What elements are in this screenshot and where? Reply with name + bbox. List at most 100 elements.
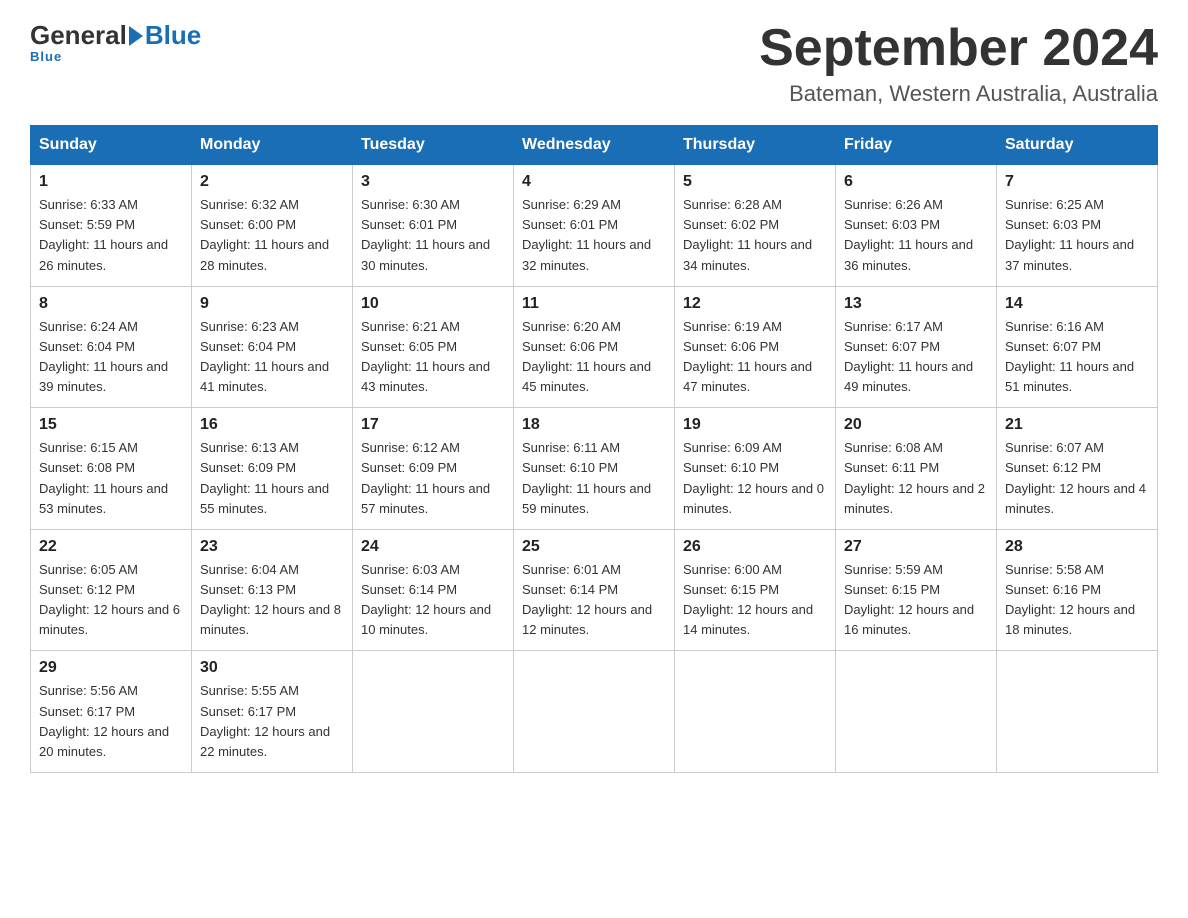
day-number: 21 [1005,416,1149,434]
day-info: Sunrise: 6:12 AMSunset: 6:09 PMDaylight:… [361,438,505,519]
day-number: 22 [39,538,183,556]
day-number: 16 [200,416,344,434]
day-info: Sunrise: 6:21 AMSunset: 6:05 PMDaylight:… [361,317,505,398]
page-subtitle: Bateman, Western Australia, Australia [759,81,1158,107]
weekday-header-thursday: Thursday [675,126,836,165]
weekday-header-wednesday: Wednesday [514,126,675,165]
day-number: 9 [200,295,344,313]
day-info: Sunrise: 5:58 AMSunset: 6:16 PMDaylight:… [1005,560,1149,641]
calendar-day-cell: 14 Sunrise: 6:16 AMSunset: 6:07 PMDaylig… [997,286,1158,408]
day-info: Sunrise: 6:20 AMSunset: 6:06 PMDaylight:… [522,317,666,398]
day-number: 24 [361,538,505,556]
day-info: Sunrise: 6:24 AMSunset: 6:04 PMDaylight:… [39,317,183,398]
calendar-day-cell [997,651,1158,773]
logo-triangle-icon [129,26,143,46]
day-number: 6 [844,173,988,191]
day-info: Sunrise: 6:17 AMSunset: 6:07 PMDaylight:… [844,317,988,398]
page-header: General Blue Blue September 2024 Bateman… [30,20,1158,107]
day-number: 13 [844,295,988,313]
calendar-day-cell [675,651,836,773]
day-number: 26 [683,538,827,556]
day-info: Sunrise: 6:00 AMSunset: 6:15 PMDaylight:… [683,560,827,641]
calendar-day-cell: 23 Sunrise: 6:04 AMSunset: 6:13 PMDaylig… [192,529,353,651]
day-number: 5 [683,173,827,191]
day-info: Sunrise: 6:11 AMSunset: 6:10 PMDaylight:… [522,438,666,519]
calendar-day-cell [353,651,514,773]
day-number: 19 [683,416,827,434]
calendar-week-row: 22 Sunrise: 6:05 AMSunset: 6:12 PMDaylig… [31,529,1158,651]
day-number: 30 [200,659,344,677]
calendar-day-cell: 6 Sunrise: 6:26 AMSunset: 6:03 PMDayligh… [836,165,997,287]
calendar-day-cell [836,651,997,773]
day-number: 27 [844,538,988,556]
day-number: 17 [361,416,505,434]
day-info: Sunrise: 6:30 AMSunset: 6:01 PMDaylight:… [361,195,505,276]
page-title: September 2024 [759,20,1158,77]
day-number: 8 [39,295,183,313]
weekday-header-tuesday: Tuesday [353,126,514,165]
calendar-day-cell: 24 Sunrise: 6:03 AMSunset: 6:14 PMDaylig… [353,529,514,651]
calendar-day-cell: 5 Sunrise: 6:28 AMSunset: 6:02 PMDayligh… [675,165,836,287]
day-number: 28 [1005,538,1149,556]
day-number: 14 [1005,295,1149,313]
day-info: Sunrise: 5:55 AMSunset: 6:17 PMDaylight:… [200,681,344,762]
day-info: Sunrise: 6:32 AMSunset: 6:00 PMDaylight:… [200,195,344,276]
calendar-header-row: SundayMondayTuesdayWednesdayThursdayFrid… [31,126,1158,165]
day-info: Sunrise: 6:13 AMSunset: 6:09 PMDaylight:… [200,438,344,519]
day-info: Sunrise: 6:28 AMSunset: 6:02 PMDaylight:… [683,195,827,276]
title-block: September 2024 Bateman, Western Australi… [759,20,1158,107]
calendar-day-cell: 7 Sunrise: 6:25 AMSunset: 6:03 PMDayligh… [997,165,1158,287]
day-info: Sunrise: 6:03 AMSunset: 6:14 PMDaylight:… [361,560,505,641]
day-info: Sunrise: 5:56 AMSunset: 6:17 PMDaylight:… [39,681,183,762]
day-number: 3 [361,173,505,191]
calendar-day-cell: 1 Sunrise: 6:33 AMSunset: 5:59 PMDayligh… [31,165,192,287]
calendar-day-cell: 9 Sunrise: 6:23 AMSunset: 6:04 PMDayligh… [192,286,353,408]
day-number: 1 [39,173,183,191]
day-number: 4 [522,173,666,191]
weekday-header-friday: Friday [836,126,997,165]
calendar-day-cell: 18 Sunrise: 6:11 AMSunset: 6:10 PMDaylig… [514,408,675,530]
day-info: Sunrise: 6:16 AMSunset: 6:07 PMDaylight:… [1005,317,1149,398]
calendar-week-row: 1 Sunrise: 6:33 AMSunset: 5:59 PMDayligh… [31,165,1158,287]
weekday-header-monday: Monday [192,126,353,165]
calendar-table: SundayMondayTuesdayWednesdayThursdayFrid… [30,125,1158,773]
logo-underline: Blue [30,49,62,64]
calendar-day-cell: 3 Sunrise: 6:30 AMSunset: 6:01 PMDayligh… [353,165,514,287]
weekday-header-saturday: Saturday [997,126,1158,165]
day-number: 2 [200,173,344,191]
calendar-day-cell: 27 Sunrise: 5:59 AMSunset: 6:15 PMDaylig… [836,529,997,651]
calendar-day-cell: 26 Sunrise: 6:00 AMSunset: 6:15 PMDaylig… [675,529,836,651]
calendar-day-cell: 17 Sunrise: 6:12 AMSunset: 6:09 PMDaylig… [353,408,514,530]
calendar-day-cell: 2 Sunrise: 6:32 AMSunset: 6:00 PMDayligh… [192,165,353,287]
calendar-day-cell: 15 Sunrise: 6:15 AMSunset: 6:08 PMDaylig… [31,408,192,530]
calendar-day-cell: 29 Sunrise: 5:56 AMSunset: 6:17 PMDaylig… [31,651,192,773]
calendar-day-cell: 22 Sunrise: 6:05 AMSunset: 6:12 PMDaylig… [31,529,192,651]
day-info: Sunrise: 6:05 AMSunset: 6:12 PMDaylight:… [39,560,183,641]
day-number: 11 [522,295,666,313]
logo-general-text: General [30,20,127,51]
calendar-day-cell: 11 Sunrise: 6:20 AMSunset: 6:06 PMDaylig… [514,286,675,408]
calendar-day-cell: 16 Sunrise: 6:13 AMSunset: 6:09 PMDaylig… [192,408,353,530]
calendar-day-cell: 30 Sunrise: 5:55 AMSunset: 6:17 PMDaylig… [192,651,353,773]
day-info: Sunrise: 6:26 AMSunset: 6:03 PMDaylight:… [844,195,988,276]
calendar-day-cell: 12 Sunrise: 6:19 AMSunset: 6:06 PMDaylig… [675,286,836,408]
calendar-day-cell: 10 Sunrise: 6:21 AMSunset: 6:05 PMDaylig… [353,286,514,408]
day-info: Sunrise: 6:29 AMSunset: 6:01 PMDaylight:… [522,195,666,276]
calendar-day-cell: 21 Sunrise: 6:07 AMSunset: 6:12 PMDaylig… [997,408,1158,530]
calendar-day-cell: 4 Sunrise: 6:29 AMSunset: 6:01 PMDayligh… [514,165,675,287]
day-info: Sunrise: 6:33 AMSunset: 5:59 PMDaylight:… [39,195,183,276]
weekday-header-sunday: Sunday [31,126,192,165]
logo: General Blue Blue [30,20,201,64]
calendar-day-cell: 25 Sunrise: 6:01 AMSunset: 6:14 PMDaylig… [514,529,675,651]
calendar-week-row: 15 Sunrise: 6:15 AMSunset: 6:08 PMDaylig… [31,408,1158,530]
day-number: 29 [39,659,183,677]
calendar-day-cell: 19 Sunrise: 6:09 AMSunset: 6:10 PMDaylig… [675,408,836,530]
calendar-day-cell: 8 Sunrise: 6:24 AMSunset: 6:04 PMDayligh… [31,286,192,408]
logo-blue-text: Blue [145,20,201,51]
day-info: Sunrise: 6:04 AMSunset: 6:13 PMDaylight:… [200,560,344,641]
calendar-day-cell [514,651,675,773]
day-info: Sunrise: 6:23 AMSunset: 6:04 PMDaylight:… [200,317,344,398]
day-info: Sunrise: 6:09 AMSunset: 6:10 PMDaylight:… [683,438,827,519]
day-info: Sunrise: 6:19 AMSunset: 6:06 PMDaylight:… [683,317,827,398]
calendar-day-cell: 28 Sunrise: 5:58 AMSunset: 6:16 PMDaylig… [997,529,1158,651]
